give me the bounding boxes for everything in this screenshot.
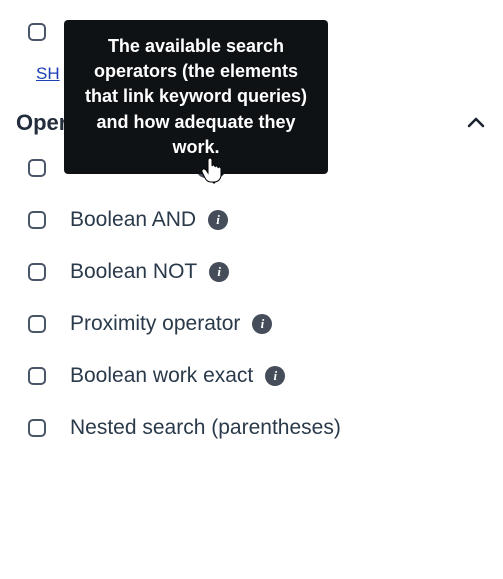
item-label: Boolean AND: [70, 208, 196, 232]
item-label: Boolean work exact: [70, 364, 253, 388]
list-item[interactable]: Boolean AND i: [0, 194, 503, 246]
checkbox[interactable]: [28, 419, 46, 437]
chevron-up-icon[interactable]: [467, 114, 485, 132]
show-link-partial[interactable]: SH: [36, 64, 60, 84]
list-item[interactable]: Nested search (parentheses): [0, 402, 503, 454]
list-item[interactable]: Boolean work exact i: [0, 350, 503, 402]
operators-tooltip: The available search operators (the elem…: [64, 20, 328, 174]
info-icon[interactable]: i: [209, 262, 229, 282]
tooltip-text: The available search operators (the elem…: [85, 36, 307, 157]
info-icon[interactable]: i: [208, 210, 228, 230]
list-item[interactable]: Proximity operator i: [0, 298, 503, 350]
info-icon[interactable]: i: [265, 366, 285, 386]
item-label: Boolean NOT: [70, 260, 197, 284]
info-icon[interactable]: i: [252, 314, 272, 334]
item-label: Nested search (parentheses): [70, 416, 341, 440]
checkbox[interactable]: [28, 367, 46, 385]
item-label: Proximity operator: [70, 312, 240, 336]
section-operators-list: Boolean OR i Boolean AND i Boolean NOT i…: [0, 142, 503, 454]
checkbox[interactable]: [28, 211, 46, 229]
list-item[interactable]: Boolean NOT i: [0, 246, 503, 298]
checkbox[interactable]: [28, 23, 46, 41]
checkbox[interactable]: [28, 159, 46, 177]
checkbox[interactable]: [28, 263, 46, 281]
checkbox[interactable]: [28, 315, 46, 333]
